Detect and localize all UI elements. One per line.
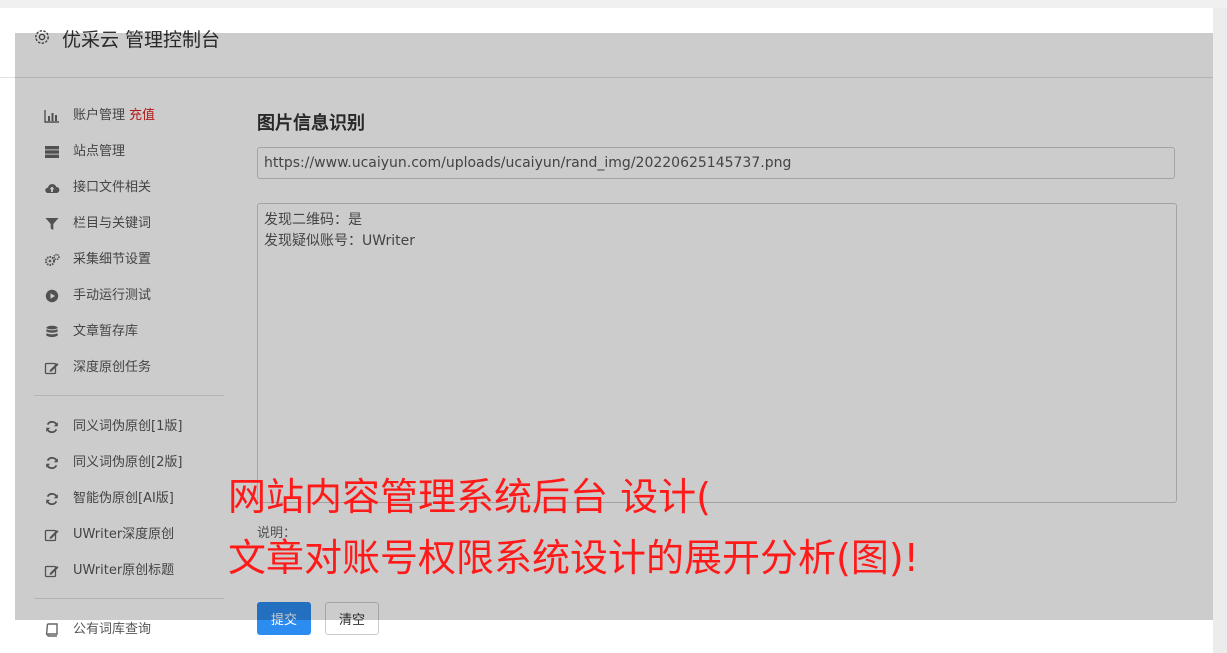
watermark-line-2: 文章对账号权限系统设计的展开分析(图)! xyxy=(228,536,919,580)
watermark-line-1: 网站内容管理系统后台 设计( xyxy=(228,475,711,519)
scrollbar[interactable] xyxy=(1213,8,1227,653)
sidebar-item-label: 公有词库查询 xyxy=(73,622,152,637)
dim-overlay xyxy=(15,33,1213,620)
book-icon xyxy=(44,623,60,637)
